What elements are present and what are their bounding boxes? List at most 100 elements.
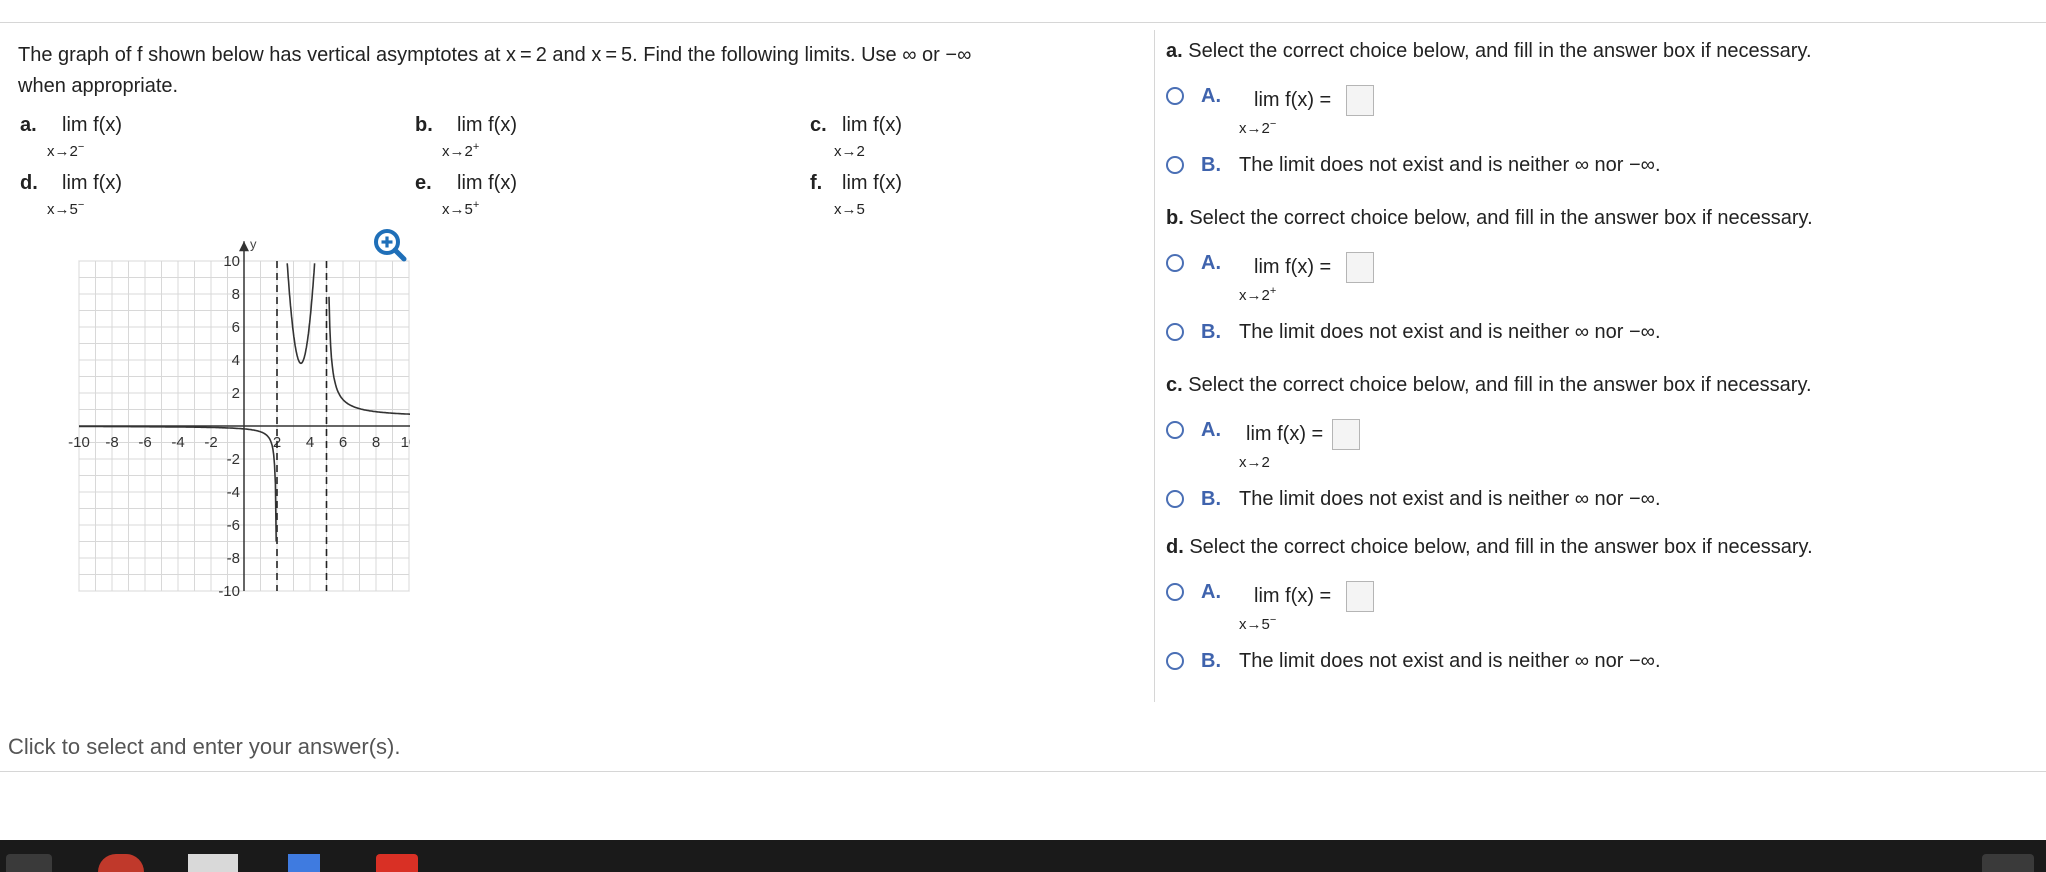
approach-side: + [472, 141, 480, 153]
answer-heading-letter: b. [1166, 207, 1184, 229]
radio-option-b[interactable] [1166, 323, 1184, 341]
part-letter: a. [20, 114, 37, 136]
part-letter: d. [20, 172, 38, 194]
x-tick-label: -8 [105, 434, 118, 451]
slides-icon[interactable] [376, 854, 418, 872]
option-b-text: The limit does not exist and is neither … [1239, 650, 1661, 672]
approach-value: x→5 [834, 201, 865, 218]
approach-value: x→2 [834, 143, 865, 160]
x-tick-label: 4 [306, 434, 314, 451]
y-tick-label: 10 [223, 253, 240, 270]
answer-input-box[interactable] [1346, 581, 1374, 612]
x-tick-label: -10 [68, 434, 90, 451]
panel-divider [1154, 30, 1155, 702]
function-graph: xy-10-8-6-4-2246810108642-2-4-6-8-10 [68, 237, 410, 598]
limit-expression: lim f(x) [62, 114, 122, 136]
approach-side: + [472, 199, 480, 211]
x-tick-label: 6 [339, 434, 347, 451]
answer-heading: b. Select the correct choice below, and … [1166, 207, 1813, 230]
limit-approach: x→5+ [442, 199, 480, 218]
chrome-icon[interactable] [98, 854, 144, 872]
option-b-letter: B. [1201, 650, 1221, 672]
intro-line-1: The graph of f shown below has vertical … [18, 44, 972, 66]
y-tick-label: -2 [227, 451, 240, 468]
y-tick-label: 8 [232, 286, 240, 303]
option-b-letter: B. [1201, 154, 1221, 176]
radio-option-b[interactable] [1166, 490, 1184, 508]
part-letter: f. [810, 172, 823, 194]
approach-value: x→5 [1239, 616, 1270, 633]
footer-hint: Click to select and enter your answer(s)… [8, 734, 401, 759]
x-tick-label: -2 [204, 434, 217, 451]
y-tick-label: -4 [227, 484, 240, 501]
limit-approach: x→5 [834, 201, 865, 218]
taskbar [0, 840, 2046, 872]
answer-input-box[interactable] [1332, 419, 1360, 450]
limit-expression: lim f(x) [842, 172, 902, 194]
x-tick-label: -6 [138, 434, 151, 451]
limit-expression: lim f(x) [842, 114, 902, 136]
mail-icon[interactable] [188, 854, 238, 872]
radio-option-a[interactable] [1166, 254, 1184, 272]
radio-option-b[interactable] [1166, 652, 1184, 670]
answer-heading: a. Select the correct choice below, and … [1166, 40, 1812, 63]
option-b-text: The limit does not exist and is neither … [1239, 154, 1661, 176]
y-tick-label: -8 [227, 550, 240, 567]
y-tick-label: -10 [218, 583, 240, 598]
answer-input-box[interactable] [1346, 252, 1374, 283]
answer-heading-letter: c. [1166, 374, 1183, 396]
option-a-letter: A. [1201, 85, 1221, 107]
option-a-letter: A. [1201, 252, 1221, 274]
y-axis-arrow [239, 241, 249, 252]
approach-side: − [1269, 118, 1277, 130]
approach-value: x→2 [442, 143, 473, 160]
radio-option-a[interactable] [1166, 421, 1184, 439]
top-divider [0, 22, 2046, 23]
option-a-approach: x→2+ [1239, 285, 1277, 304]
option-a-letter: A. [1201, 419, 1221, 441]
answer-heading-text: Select the correct choice below, and fil… [1183, 207, 1813, 229]
zoom-in-icon[interactable] [373, 228, 407, 262]
approach-side: + [1269, 285, 1277, 297]
answer-heading-text: Select the correct choice below, and fil… [1182, 374, 1812, 396]
status-tray-icon[interactable] [1982, 854, 2034, 872]
approach-side: − [1269, 614, 1277, 626]
radio-option-a[interactable] [1166, 87, 1184, 105]
y-tick-label: -6 [227, 517, 240, 534]
answer-input-box[interactable] [1346, 85, 1374, 116]
option-a-limit: lim f(x) = [1246, 423, 1324, 445]
option-a-limit: lim f(x) = [1254, 89, 1332, 111]
docs-icon[interactable] [288, 854, 320, 872]
answer-heading-letter: a. [1166, 40, 1183, 62]
approach-value: x→5 [442, 201, 473, 218]
option-a-letter: A. [1201, 581, 1221, 603]
part-letter: e. [415, 172, 432, 194]
answer-heading: c. Select the correct choice below, and … [1166, 374, 1812, 397]
radio-option-a[interactable] [1166, 583, 1184, 601]
y-tick-label: 6 [232, 319, 240, 336]
part-letter: c. [810, 114, 827, 136]
limit-expression: lim f(x) [457, 114, 517, 136]
approach-side: − [77, 199, 85, 211]
question-intro: The graph of f shown below has vertical … [18, 40, 1138, 102]
approach-value: x→2 [1239, 287, 1270, 304]
approach-side: − [77, 141, 85, 153]
limit-approach: x→2+ [442, 141, 480, 160]
option-a-approach: x→2 [1239, 454, 1270, 471]
option-b-letter: B. [1201, 321, 1221, 343]
approach-value: x→2 [47, 143, 78, 160]
approach-value: x→5 [47, 201, 78, 218]
answer-heading: d. Select the correct choice below, and … [1166, 536, 1813, 559]
option-a-limit: lim f(x) = [1254, 585, 1332, 607]
limit-approach: x→2 [834, 143, 865, 160]
y-axis-label: y [250, 237, 257, 252]
limit-expression: lim f(x) [457, 172, 517, 194]
x-tick-label: 10 [401, 434, 410, 451]
limit-approach: x→5− [47, 199, 85, 218]
option-a-approach: x→5− [1239, 614, 1277, 633]
taskbar-start-icon[interactable] [6, 854, 52, 872]
intro-line-2: when appropriate. [18, 75, 179, 97]
question-panel: The graph of f shown below has vertical … [18, 40, 1138, 102]
radio-option-b[interactable] [1166, 156, 1184, 174]
y-tick-label: 2 [232, 385, 240, 402]
